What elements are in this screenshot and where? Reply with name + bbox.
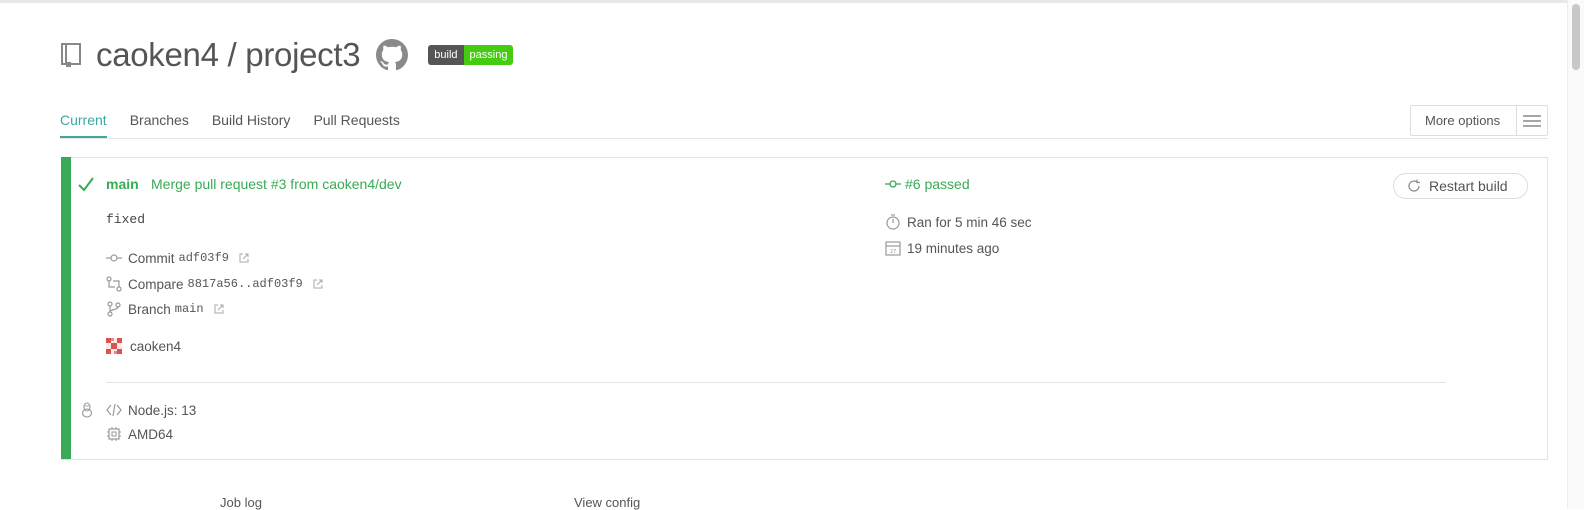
build-card: [61, 157, 1548, 460]
compare-row[interactable]: Compare 8817a56..adf03f9: [106, 276, 323, 292]
code-icon: [106, 403, 122, 417]
branch-link-name[interactable]: main: [175, 302, 204, 316]
build-branch-name[interactable]: main: [106, 176, 139, 192]
stopwatch-icon: [886, 214, 900, 230]
scrollbar[interactable]: [1567, 0, 1584, 509]
more-options-label: More options: [1425, 113, 1501, 128]
tab-view-config[interactable]: View config: [574, 495, 640, 510]
build-duration: Ran for 5 min 46 sec: [907, 214, 1032, 230]
author-row: caoken4: [106, 338, 181, 354]
external-link-icon[interactable]: [214, 304, 224, 314]
build-status-link[interactable]: #6 passed: [885, 176, 970, 192]
restart-build-button[interactable]: Restart build: [1393, 173, 1528, 199]
build-number-status[interactable]: #6 passed: [905, 176, 970, 192]
hamburger-icon[interactable]: [1516, 106, 1547, 135]
language-row: Node.js: 13: [106, 402, 196, 418]
tab-build-history[interactable]: Build History: [212, 112, 291, 138]
repo-title: caoken4 / project3: [96, 36, 361, 73]
restart-build-label: Restart build: [1429, 178, 1508, 194]
avatar: [106, 338, 122, 354]
more-options-button[interactable]: More options: [1410, 105, 1548, 136]
external-link-icon[interactable]: [313, 279, 323, 289]
repo-icon: [61, 43, 81, 67]
commit-icon: [885, 180, 901, 188]
compare-icon: [106, 276, 122, 292]
arch-row: AMD64: [106, 426, 173, 442]
duration-row: Ran for 5 min 46 sec: [885, 214, 1032, 230]
language-label: Node.js: 13: [128, 402, 197, 418]
check-icon: [78, 177, 94, 192]
build-finished: 19 minutes ago: [907, 240, 1000, 256]
scrollbar-thumb[interactable]: [1572, 4, 1580, 70]
tabs-divider: [60, 138, 1548, 139]
tab-branches[interactable]: Branches: [130, 112, 189, 138]
top-border: [0, 0, 1584, 3]
github-icon[interactable]: [376, 39, 409, 71]
finished-row: 27 19 minutes ago: [885, 240, 999, 256]
commit-row[interactable]: Commit adf03f9: [106, 250, 249, 266]
badge-label: build: [428, 45, 464, 65]
commit-message[interactable]: Merge pull request #3 from caoken4/dev: [151, 176, 402, 192]
tab-pull-requests[interactable]: Pull Requests: [313, 112, 399, 138]
branch-row[interactable]: Branch main: [106, 301, 224, 317]
branch-icon: [107, 301, 121, 317]
svg-text:27: 27: [890, 249, 896, 255]
build-status-badge[interactable]: build passing: [428, 45, 514, 65]
commit-label: Commit: [128, 250, 175, 266]
tab-current[interactable]: Current: [60, 112, 107, 138]
branch-label: Branch: [128, 301, 171, 317]
build-status-bar: [61, 157, 71, 459]
repo-header: caoken4 / project3 build passing: [60, 30, 514, 80]
tab-job-log[interactable]: Job log: [220, 495, 262, 510]
compare-range[interactable]: 8817a56..adf03f9: [188, 277, 303, 291]
badge-status: passing: [463, 45, 514, 65]
commit-description: fixed: [106, 212, 146, 227]
repo-tabs: Current Branches Build History Pull Requ…: [60, 112, 423, 138]
author-name: caoken4: [130, 338, 182, 354]
compare-label: Compare: [128, 276, 184, 292]
card-separator: [106, 382, 1446, 383]
calendar-icon: 27: [885, 241, 901, 256]
cpu-icon: [107, 427, 121, 441]
commit-hash[interactable]: adf03f9: [179, 251, 229, 265]
linux-icon: [81, 402, 93, 418]
restart-icon: [1408, 179, 1420, 192]
external-link-icon[interactable]: [239, 253, 249, 263]
commit-icon: [106, 254, 122, 262]
arch-label: AMD64: [128, 426, 174, 442]
